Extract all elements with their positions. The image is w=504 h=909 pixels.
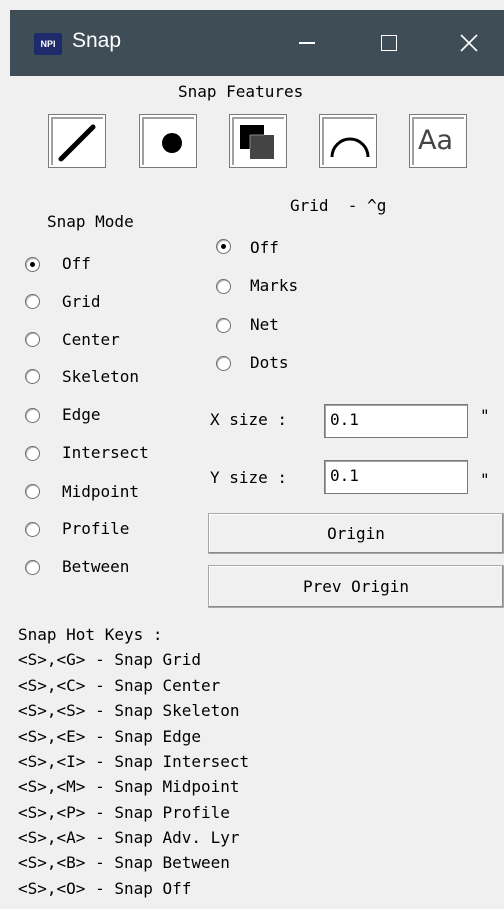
snap-mode-midpoint-radio[interactable] [25, 484, 40, 499]
close-icon [460, 34, 478, 52]
snap-mode-profile-radio[interactable] [25, 522, 40, 537]
minimize-button[interactable] [278, 20, 334, 66]
grid-heading: Grid - ^g [290, 196, 387, 215]
snap-mode-grid-label[interactable]: Grid [62, 292, 101, 311]
hotkey-line: <S>,<I> - Snap Intersect [18, 752, 250, 771]
dot-icon [162, 133, 182, 153]
hotkey-line: <S>,<O> - Snap Off [18, 879, 192, 898]
snap-mode-skeleton-radio[interactable] [25, 369, 40, 384]
maximize-button[interactable] [360, 20, 416, 66]
snap-window: NPI Snap Snap Features Aa Snap Mode Off … [0, 0, 504, 909]
snap-mode-center-label[interactable]: Center [62, 330, 120, 349]
hotkey-line: <S>,<S> - Snap Skeleton [18, 701, 240, 720]
grid-marks-radio[interactable] [216, 279, 231, 294]
snap-mode-heading: Snap Mode [47, 212, 134, 231]
grid-dots-radio[interactable] [216, 356, 231, 371]
x-unit-label: " [480, 406, 490, 425]
x-size-input[interactable]: 0.1 [324, 404, 468, 438]
snap-mode-center-radio[interactable] [25, 332, 40, 347]
snap-mode-edge-label[interactable]: Edge [62, 405, 101, 424]
snap-features-heading: Snap Features [178, 82, 304, 101]
snap-mode-grid-radio[interactable] [25, 294, 40, 309]
hotkey-line: <S>,<A> - Snap Adv. Lyr [18, 828, 240, 847]
y-size-input[interactable]: 0.1 [324, 460, 468, 494]
snap-mode-between-label[interactable]: Between [62, 557, 129, 576]
grid-net-label[interactable]: Net [250, 315, 279, 334]
grid-marks-label[interactable]: Marks [250, 276, 298, 295]
text-icon: Aa [418, 125, 454, 156]
hotkeys-heading: Snap Hot Keys : [18, 625, 163, 644]
line-snap-button[interactable] [48, 114, 106, 168]
close-button[interactable] [440, 20, 496, 66]
snap-mode-edge-radio[interactable] [25, 408, 40, 423]
origin-button[interactable]: Origin [208, 513, 504, 554]
grid-net-radio[interactable] [216, 318, 231, 333]
hotkey-line: <S>,<M> - Snap Midpoint [18, 777, 240, 796]
overlap-snap-button[interactable] [229, 114, 287, 168]
hotkey-line: <S>,<B> - Snap Between [18, 853, 230, 872]
y-size-label: Y size : [210, 468, 288, 487]
snap-mode-skeleton-label[interactable]: Skeleton [62, 367, 139, 386]
snap-mode-off-radio[interactable] [25, 257, 40, 272]
arc-snap-button[interactable] [319, 114, 377, 168]
snap-mode-midpoint-label[interactable]: Midpoint [62, 482, 139, 501]
hotkey-line: <S>,<G> - Snap Grid [18, 650, 202, 669]
line-icon [58, 124, 96, 162]
text-snap-button[interactable]: Aa [409, 114, 467, 168]
snap-mode-profile-label[interactable]: Profile [62, 519, 129, 538]
window-title: Snap [72, 29, 122, 52]
arc-icon [330, 137, 370, 158]
snap-mode-intersect-label[interactable]: Intersect [62, 443, 149, 462]
snap-mode-off-label[interactable]: Off [62, 254, 91, 273]
hotkey-line: <S>,<C> - Snap Center [18, 676, 221, 695]
app-icon: NPI [34, 33, 62, 55]
grid-off-radio[interactable] [216, 239, 231, 254]
dot-snap-button[interactable] [139, 114, 197, 168]
hotkey-line: <S>,<E> - Snap Edge [18, 727, 202, 746]
snap-mode-between-radio[interactable] [25, 560, 40, 575]
x-size-label: X size : [210, 410, 288, 429]
hotkey-line: <S>,<P> - Snap Profile [18, 803, 230, 822]
y-unit-label: " [480, 470, 490, 489]
grid-off-label[interactable]: Off [250, 238, 279, 257]
snap-mode-intersect-radio[interactable] [25, 446, 40, 461]
prev-origin-button[interactable]: Prev Origin [208, 565, 504, 608]
grid-dots-label[interactable]: Dots [250, 353, 289, 372]
overlap-icon [240, 125, 274, 159]
title-bar[interactable]: NPI Snap [10, 10, 504, 76]
